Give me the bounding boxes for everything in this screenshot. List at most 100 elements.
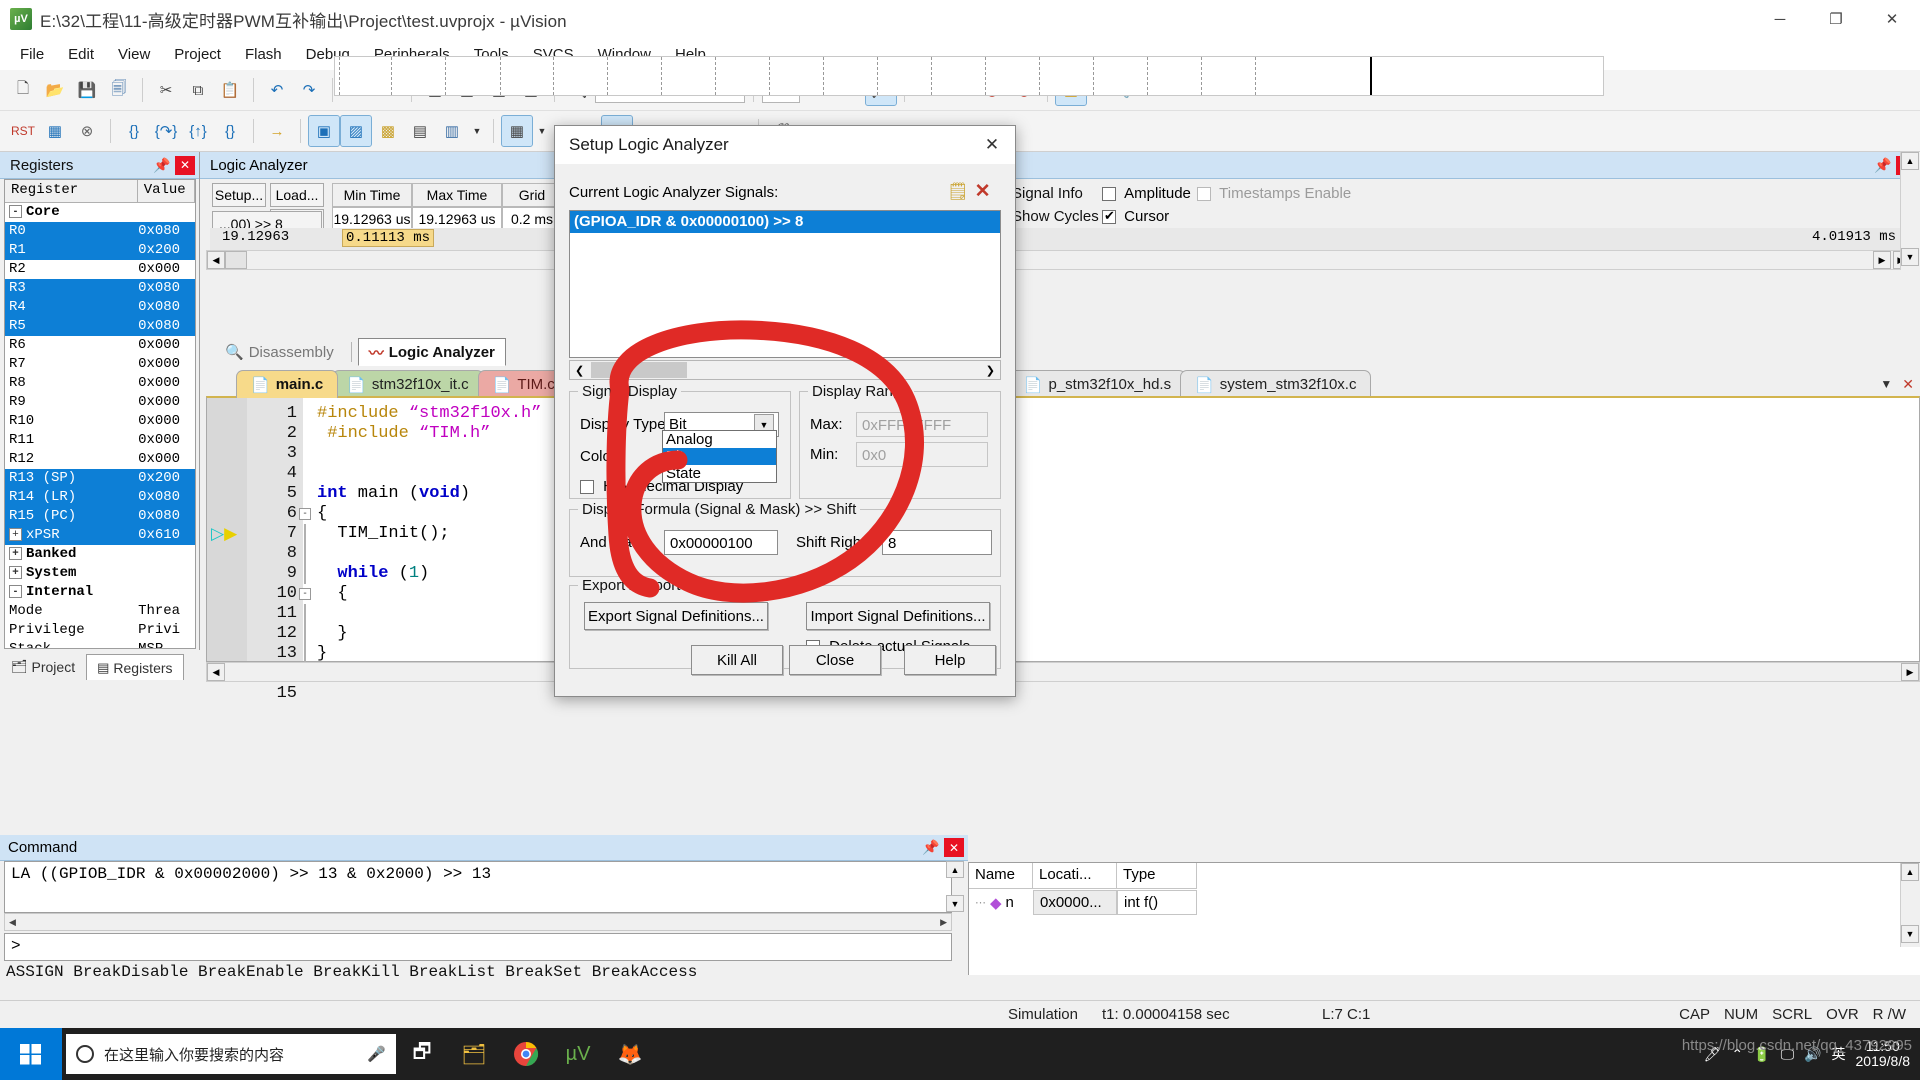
scroll-right-icon[interactable]: ▶: [940, 917, 951, 928]
register-row[interactable]: R1 0x200: [5, 241, 195, 260]
collapse-icon[interactable]: -: [9, 204, 22, 218]
register-row[interactable]: R10 0x000: [5, 412, 195, 431]
register-row[interactable]: R15 (PC) 0x080: [5, 507, 195, 526]
la-vertical-scrollbar[interactable]: ▲ ▼: [1900, 152, 1920, 270]
shift-right-field[interactable]: 8: [882, 530, 992, 555]
signal-list-hscroll[interactable]: ❮ ❯: [569, 360, 1001, 380]
scroll-left-icon[interactable]: ❮: [570, 364, 589, 377]
register-row[interactable]: R0 0x080: [5, 222, 195, 241]
save-icon[interactable]: 💾: [72, 75, 102, 105]
register-row[interactable]: R9 0x000: [5, 393, 195, 412]
register-row[interactable]: R8 0x000: [5, 374, 195, 393]
close-button[interactable]: Close: [789, 645, 881, 675]
code-fold-toggle-icon[interactable]: -: [299, 508, 311, 520]
register-row[interactable]: R2 0x000: [5, 260, 195, 279]
editor-code-line[interactable]: [207, 464, 1919, 484]
register-row[interactable]: R6 0x000: [5, 336, 195, 355]
new-signal-icon[interactable]: 🗒: [947, 182, 969, 202]
la-waveform-canvas[interactable]: [334, 56, 1604, 96]
editor-code-line[interactable]: TIM_Init();: [207, 524, 1919, 544]
scroll-left-icon[interactable]: ◀: [5, 917, 16, 928]
max-field[interactable]: 0xFFFFFFFF: [856, 412, 988, 437]
copy-icon[interactable]: ⧉: [183, 75, 213, 105]
stop-icon[interactable]: ⊗: [72, 116, 102, 146]
la-setup-button[interactable]: Setup...: [212, 183, 266, 207]
code-editor[interactable]: 1 #include “stm32f10x.h” 2 #include “TIM.h…: [206, 396, 1920, 703]
dropdown-option-state[interactable]: State: [663, 465, 776, 482]
table-row[interactable]: ⋯ ◆ n 0x0000... int f(): [969, 889, 1920, 916]
registers-icon[interactable]: ▤: [405, 116, 435, 146]
menu-item-flash[interactable]: Flash: [233, 42, 294, 67]
menu-item-edit[interactable]: Edit: [56, 42, 106, 67]
collapse-icon[interactable]: -: [9, 584, 22, 598]
expand-icon[interactable]: +: [9, 546, 22, 560]
uvision-icon[interactable]: µV: [552, 1028, 604, 1080]
register-row[interactable]: R5 0x080: [5, 317, 195, 336]
dropdown-option-analog[interactable]: Analog: [663, 431, 776, 448]
command-output-hscroll[interactable]: ◀ ▶: [4, 913, 952, 931]
taskbar-search[interactable]: 在这里输入你要搜索的内容 🎤: [66, 1034, 396, 1074]
editor-code-line[interactable]: #include “TIM.h”: [207, 424, 1919, 444]
la-load-button[interactable]: Load...: [270, 183, 324, 207]
editor-code-line[interactable]: }: [207, 624, 1919, 644]
run-to-cursor-icon[interactable]: {}: [215, 116, 245, 146]
watch-dropdown-icon[interactable]: ▼: [534, 118, 550, 144]
scroll-down-icon[interactable]: ▼: [946, 895, 964, 912]
file-explorer-icon[interactable]: 🗂: [448, 1028, 500, 1080]
close-icon[interactable]: ✕: [175, 155, 195, 175]
register-row[interactable]: + System: [5, 564, 195, 583]
bottom-tab-project[interactable]: 🗂 Project: [0, 654, 86, 680]
app-icon[interactable]: 🦊: [604, 1028, 656, 1080]
file-tab-stm32f10x-it-c[interactable]: 📄 stm32f10x_it.c: [332, 370, 484, 398]
cut-icon[interactable]: ✂: [151, 75, 181, 105]
register-row[interactable]: R4 0x080: [5, 298, 195, 317]
file-tab-main-c[interactable]: 📄 main.c: [236, 370, 339, 398]
open-folder-icon[interactable]: 📂: [40, 75, 70, 105]
pin-icon[interactable]: 📌: [1874, 157, 1892, 174]
scroll-right-icon[interactable]: ▶: [1901, 663, 1919, 681]
kill-all-button[interactable]: Kill All: [691, 645, 783, 675]
scroll-down-icon[interactable]: ▼: [1901, 925, 1919, 943]
la-horizontal-scrollbar[interactable]: ◀ ▶ ▶|: [206, 250, 1912, 270]
menu-item-view[interactable]: View: [106, 42, 162, 67]
editor-code-line[interactable]: [207, 544, 1919, 564]
expand-icon[interactable]: +: [9, 565, 22, 579]
undo-icon[interactable]: ↶: [262, 75, 292, 105]
scroll-thumb[interactable]: [591, 362, 688, 378]
command-output[interactable]: LA ((GPIOB_IDR & 0x00002000) >> 13 & 0x2…: [4, 861, 952, 913]
scroll-down-icon[interactable]: ▼: [1901, 248, 1919, 266]
register-row[interactable]: Stack MSP: [5, 640, 195, 648]
editor-code-line[interactable]: {: [207, 584, 1919, 604]
editor-code-line[interactable]: {: [207, 504, 1919, 524]
register-row[interactable]: R7 0x000: [5, 355, 195, 374]
symbols-icon[interactable]: ▩: [373, 116, 403, 146]
editor-code-line[interactable]: [207, 684, 1919, 704]
delete-signal-icon[interactable]: ✕: [975, 180, 991, 203]
close-icon[interactable]: ✕: [969, 126, 1015, 164]
step-icon[interactable]: {}: [119, 116, 149, 146]
editor-horizontal-scrollbar[interactable]: ◀ ▶: [206, 662, 1920, 682]
step-over-icon[interactable]: {↷}: [151, 116, 181, 146]
scroll-right-icon[interactable]: ▶: [1873, 251, 1891, 269]
menu-item-project[interactable]: Project: [162, 42, 233, 67]
register-row[interactable]: Mode Threa: [5, 602, 195, 621]
file-tab-startup-s[interactable]: 📄 p_stm32f10x_hd.s: [1008, 370, 1187, 398]
dropdown-option-bit[interactable]: Bit: [663, 448, 776, 465]
callstack-vertical-scrollbar[interactable]: ▲ ▼: [1900, 863, 1920, 947]
redo-icon[interactable]: ↷: [294, 75, 324, 105]
editor-code-line[interactable]: }: [207, 644, 1919, 664]
step-out-icon[interactable]: {↑}: [183, 116, 213, 146]
bottom-tab-registers[interactable]: ▤ Registers: [86, 654, 184, 680]
code-fold-toggle-icon[interactable]: -: [299, 588, 311, 600]
paste-icon[interactable]: 📋: [215, 75, 245, 105]
file-tab-system-stm32f10x-c[interactable]: 📄 system_stm32f10x.c: [1180, 370, 1372, 398]
scroll-up-icon[interactable]: ▲: [1901, 863, 1919, 881]
reset-icon[interactable]: RST: [8, 116, 38, 146]
command-input-row[interactable]: >: [4, 933, 952, 961]
watch-icon[interactable]: ▦: [501, 115, 533, 147]
register-row[interactable]: R12 0x000: [5, 450, 195, 469]
scroll-left-icon[interactable]: ◀: [207, 663, 225, 681]
scroll-right-icon[interactable]: ❯: [981, 364, 1000, 377]
register-row[interactable]: R3 0x080: [5, 279, 195, 298]
editor-code-line[interactable]: [207, 444, 1919, 464]
